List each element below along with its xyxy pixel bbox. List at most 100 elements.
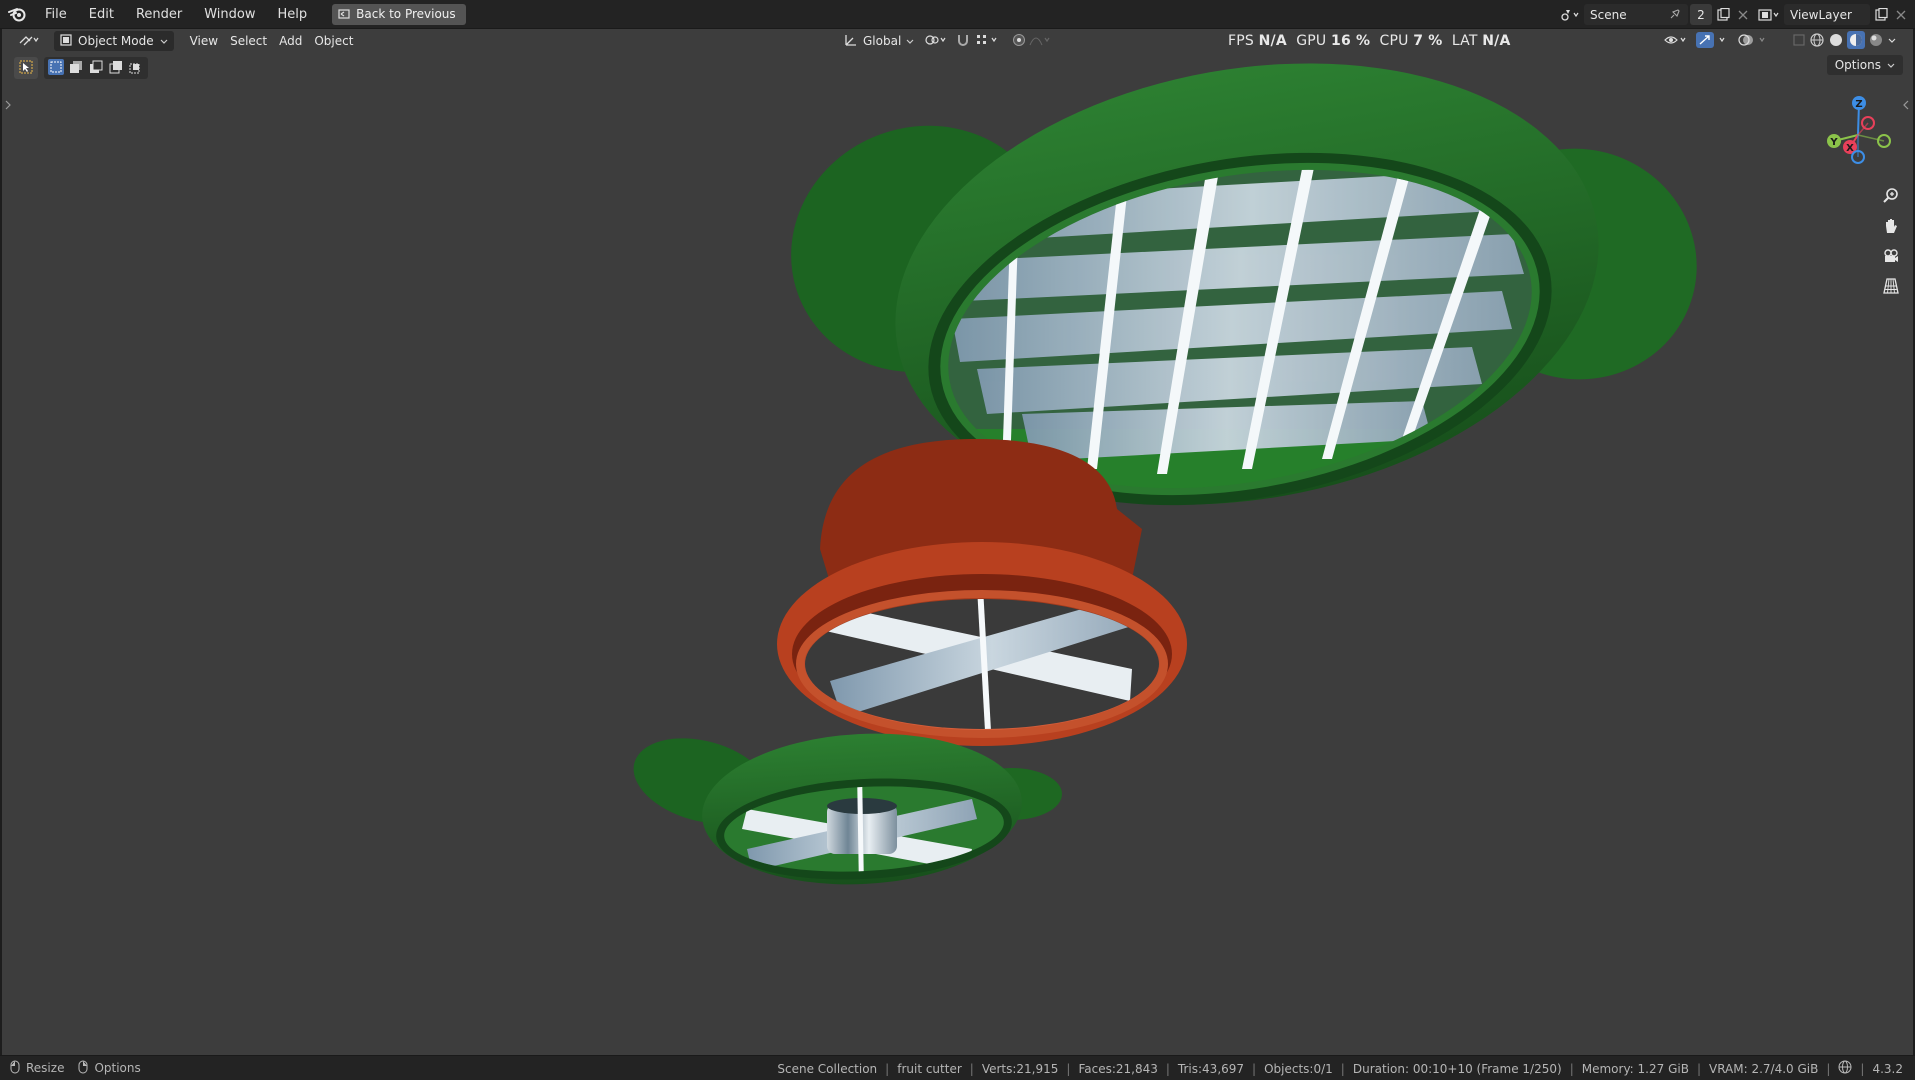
view-layer-selector[interactable]: ViewLayer [1754, 4, 1910, 25]
new-view-layer-icon[interactable] [1870, 4, 1892, 25]
proportional-edit-icon [1012, 33, 1052, 50]
3d-viewport[interactable]: Object Mode View Select Add Object Globa… [2, 29, 1913, 1055]
gizmo-toggle[interactable] [1690, 31, 1736, 51]
fps-value: N/A [1258, 33, 1287, 49]
status-hints: Resize Options [0, 1060, 141, 1077]
scene-render [633, 63, 1697, 885]
zoom-icon[interactable] [1878, 183, 1904, 209]
selection-mode-buttons [44, 57, 148, 79]
menu-render[interactable]: Render [125, 0, 193, 29]
close-view-layer-icon[interactable] [1892, 4, 1910, 25]
snap-grid-icon [976, 33, 1000, 50]
stat-tris: Tris:43,697 [1177, 1061, 1245, 1076]
shading-dropdown-icon[interactable] [1887, 34, 1897, 48]
proportional-edit-toggle[interactable] [1006, 31, 1058, 51]
rendered-shading-icon[interactable] [1868, 32, 1884, 51]
view-layer-name[interactable]: ViewLayer [1784, 4, 1870, 25]
new-scene-icon[interactable] [1712, 4, 1734, 25]
close-scene-icon[interactable] [1734, 4, 1752, 25]
pivot-icon [924, 33, 948, 50]
sidebar-expand-arrow-icon[interactable] [1902, 99, 1910, 113]
menu-view[interactable]: View [184, 31, 224, 51]
stat-faces: Faces:21,843 [1078, 1061, 1158, 1076]
back-icon [338, 8, 350, 20]
pivot-point-dropdown[interactable] [918, 31, 954, 51]
select-extend-icon[interactable] [68, 59, 84, 78]
pin-icon[interactable] [1670, 7, 1682, 22]
select-invert-icon[interactable] [108, 59, 124, 78]
resize-hint: Resize [26, 1061, 65, 1075]
eye-icon [1664, 33, 1688, 50]
menu-select[interactable]: Select [224, 31, 273, 51]
cpu-value: 7 % [1413, 33, 1443, 49]
chevron-down-icon [1887, 58, 1895, 72]
xray-icon[interactable] [1792, 33, 1806, 50]
options-hint: Options [94, 1061, 141, 1075]
tool-settings-row [14, 57, 148, 79]
gpu-label: GPU [1296, 33, 1327, 49]
cpu-label: CPU [1379, 33, 1409, 49]
back-to-previous-label: Back to Previous [356, 7, 456, 21]
lat-value: N/A [1482, 33, 1511, 49]
editor-type-icon [18, 33, 40, 50]
scene-name-field[interactable]: Scene [1584, 4, 1688, 25]
options-label: Options [1834, 58, 1881, 72]
object-mode-dropdown[interactable]: Object Mode [54, 31, 174, 51]
toolbar-expand-arrow-icon[interactable] [4, 99, 12, 113]
mouse-left-icon [10, 1060, 20, 1077]
overlays-toggle[interactable] [1732, 31, 1778, 51]
grid-perspective-icon[interactable] [1878, 273, 1904, 299]
scene-user-count[interactable]: 2 [1690, 4, 1712, 25]
select-subtract-icon[interactable] [88, 59, 104, 78]
blender-logo-icon[interactable] [0, 0, 34, 29]
select-box-tool[interactable] [14, 57, 38, 79]
pan-hand-icon[interactable] [1878, 213, 1904, 239]
globe-icon[interactable] [1838, 1060, 1852, 1077]
menu-add[interactable]: Add [273, 31, 308, 51]
view-layer-icon[interactable] [1754, 4, 1784, 25]
magnet-icon [956, 33, 970, 50]
orientation-icon [844, 33, 858, 50]
scene-icon[interactable] [1556, 4, 1584, 25]
scene-name: Scene [1590, 7, 1627, 22]
select-new-icon[interactable] [48, 58, 64, 78]
object-mode-label: Object Mode [78, 34, 154, 48]
menu-file[interactable]: File [34, 0, 78, 29]
overlays-icon [1738, 33, 1772, 50]
mouse-right-icon [78, 1060, 88, 1077]
visibility-dropdown[interactable] [1658, 31, 1694, 51]
material-shading-icon[interactable] [1847, 30, 1865, 52]
menu-edit[interactable]: Edit [78, 0, 125, 29]
gizmo-toggle-icon [1696, 31, 1730, 51]
scene-selector[interactable]: Scene 2 [1556, 4, 1752, 25]
small-core-cutter [633, 733, 1062, 885]
stat-objects: Objects:0/1 [1264, 1061, 1333, 1076]
select-intersect-icon[interactable] [128, 59, 144, 78]
back-to-previous-button[interactable]: Back to Previous [332, 3, 466, 25]
status-bar: Resize Options Scene Collection | fruit c… [0, 1055, 1915, 1080]
menu-object[interactable]: Object [308, 31, 359, 51]
stat-version: 4.3.2 [1872, 1061, 1903, 1076]
camera-icon[interactable] [1878, 243, 1904, 269]
chevron-down-icon [906, 34, 914, 48]
menu-window[interactable]: Window [193, 0, 266, 29]
stat-verts: Verts:21,915 [981, 1061, 1059, 1076]
gizmo-y-label: Y [1829, 137, 1838, 148]
scene-statistics: Scene Collection | fruit cutter | Verts:21… [777, 1060, 1903, 1077]
fps-label: FPS [1228, 33, 1254, 49]
performance-stats: FPS N/A GPU 16 % CPU 7 % LAT N/A [1228, 29, 1511, 53]
solid-shading-icon[interactable] [1828, 32, 1844, 51]
editor-type-selector[interactable] [12, 31, 46, 51]
gizmo-z-label: Z [1855, 99, 1862, 110]
menu-help[interactable]: Help [267, 0, 319, 29]
transform-orientation-dropdown[interactable]: Global [838, 31, 920, 51]
stat-vram: VRAM: 2.7/4.0 GiB [1708, 1061, 1819, 1076]
wireframe-shading-icon[interactable] [1809, 32, 1825, 51]
stat-collection: Scene Collection [777, 1061, 878, 1076]
snap-target-dropdown[interactable] [970, 31, 1006, 51]
shading-modes[interactable] [1786, 30, 1903, 52]
options-dropdown[interactable]: Options [1826, 55, 1903, 75]
navigation-gizmo[interactable]: Z Y X [1818, 91, 1898, 171]
transform-orientation-label: Global [863, 34, 902, 48]
object-mode-icon [60, 33, 72, 49]
